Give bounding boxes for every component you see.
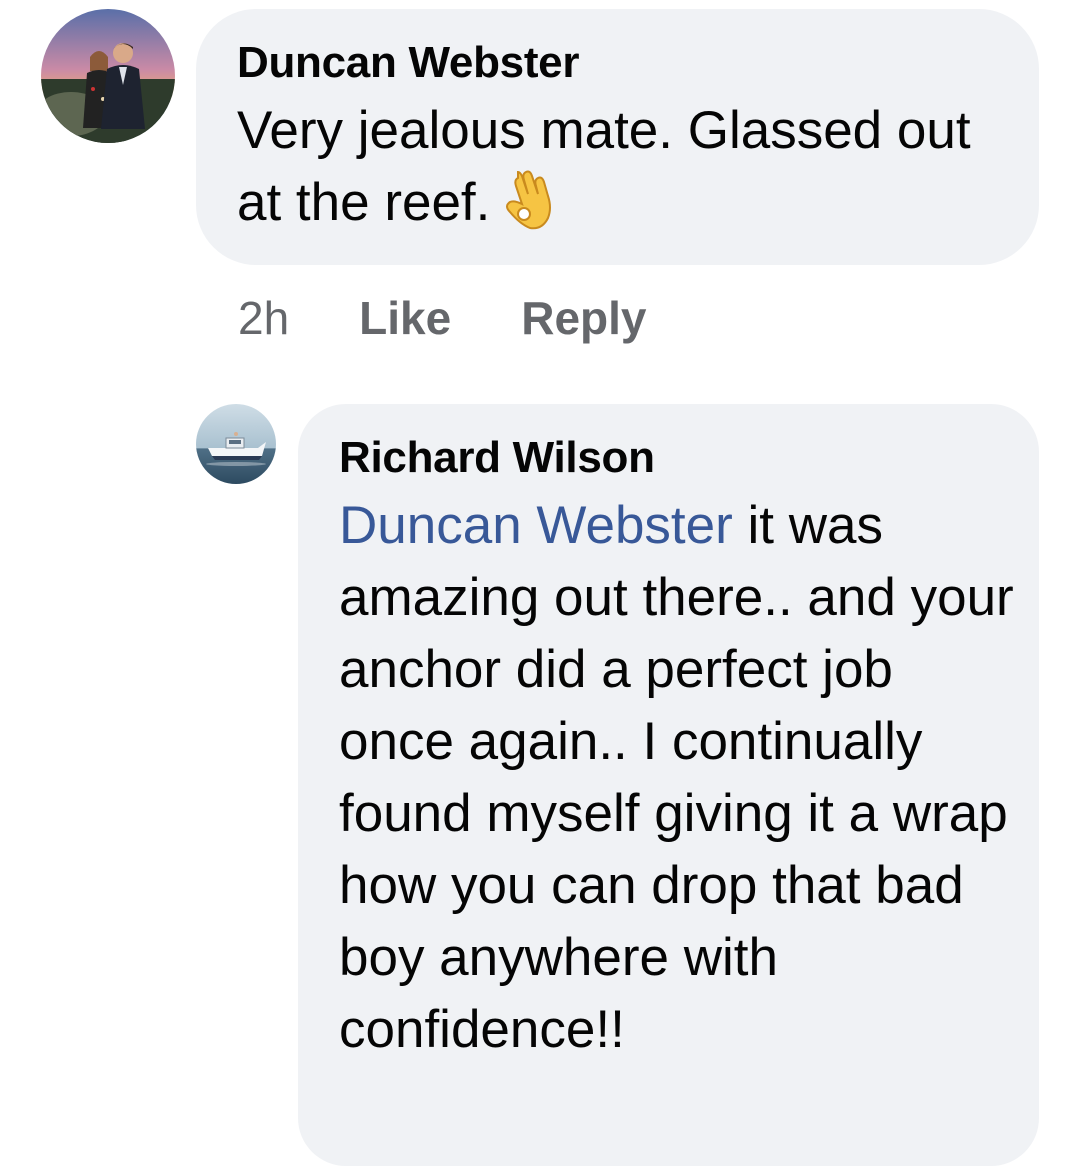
mention-link[interactable]: Duncan Webster	[339, 496, 733, 555]
comment-text: Very jealous mate. Glassed out at the re…	[237, 95, 997, 239]
comment-text: Duncan Webster it was amazing out there.…	[339, 490, 1019, 1066]
comment-timestamp[interactable]: 2h	[238, 290, 289, 346]
comment-text-content: it was amazing out there.. and your anch…	[339, 496, 1014, 1059]
comment-author[interactable]: Richard Wilson	[339, 430, 1009, 486]
avatar-duncan-webster[interactable]	[41, 9, 175, 143]
comment-bubble: Duncan Webster Very jealous mate. Glasse…	[196, 9, 1039, 265]
avatar-photo	[41, 9, 175, 143]
reply-button[interactable]: Reply	[521, 290, 646, 346]
reply-bubble: Richard Wilson Duncan Webster it was ama…	[298, 404, 1039, 1166]
avatar-richard-wilson[interactable]	[196, 404, 276, 484]
comment-text-content: Very jealous mate. Glassed out at the re…	[237, 101, 971, 232]
comment-author[interactable]: Duncan Webster	[237, 35, 999, 91]
avatar-photo	[196, 404, 276, 484]
like-button[interactable]: Like	[359, 290, 451, 346]
comment-actions: 2h Like Reply	[238, 290, 646, 346]
ok-hand-emoji	[500, 170, 554, 230]
